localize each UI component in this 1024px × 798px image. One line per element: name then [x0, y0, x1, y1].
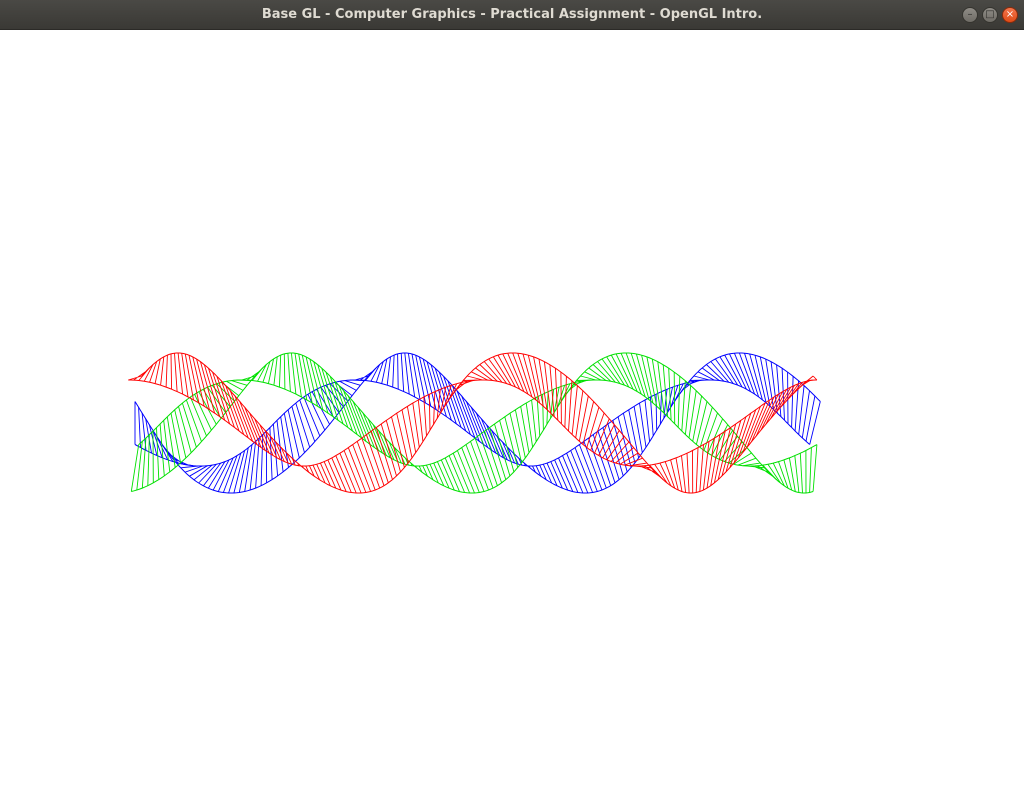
- title-bar[interactable]: Base GL - Computer Graphics - Practical …: [0, 0, 1024, 30]
- maximize-icon: □: [985, 9, 995, 20]
- close-icon: ×: [1005, 9, 1015, 20]
- minimize-icon: –: [967, 9, 973, 20]
- maximize-button[interactable]: □: [982, 7, 998, 23]
- ribbon-blue: [134, 352, 821, 494]
- window-title: Base GL - Computer Graphics - Practical …: [261, 7, 763, 22]
- ribbon-green-rungs: [130, 352, 818, 494]
- window-controls: – □ ×: [962, 7, 1018, 23]
- opengl-canvas[interactable]: [0, 30, 1024, 798]
- app-window: Base GL - Computer Graphics - Practical …: [0, 0, 1024, 798]
- minimize-button[interactable]: –: [962, 7, 978, 23]
- ribbon-green: [130, 352, 818, 494]
- close-button[interactable]: ×: [1002, 7, 1018, 23]
- ribbon-blue-rungs: [134, 352, 821, 494]
- ribbon-drawing: [128, 352, 821, 494]
